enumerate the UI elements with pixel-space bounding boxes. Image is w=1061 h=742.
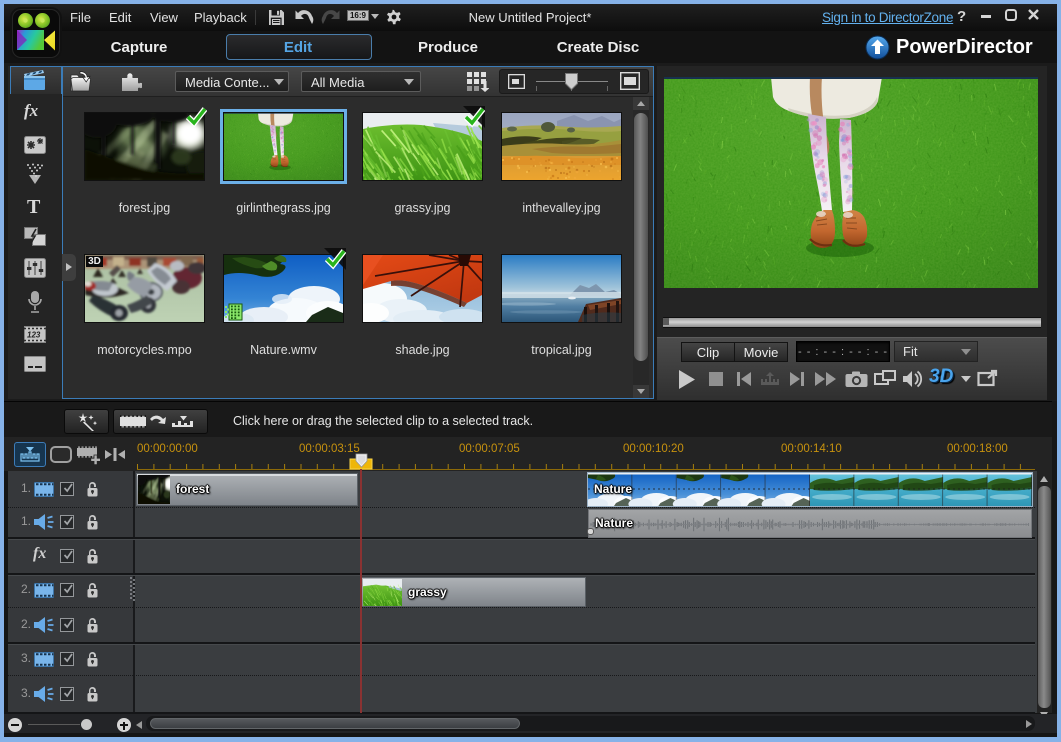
svg-text:123: 123 bbox=[27, 331, 41, 340]
